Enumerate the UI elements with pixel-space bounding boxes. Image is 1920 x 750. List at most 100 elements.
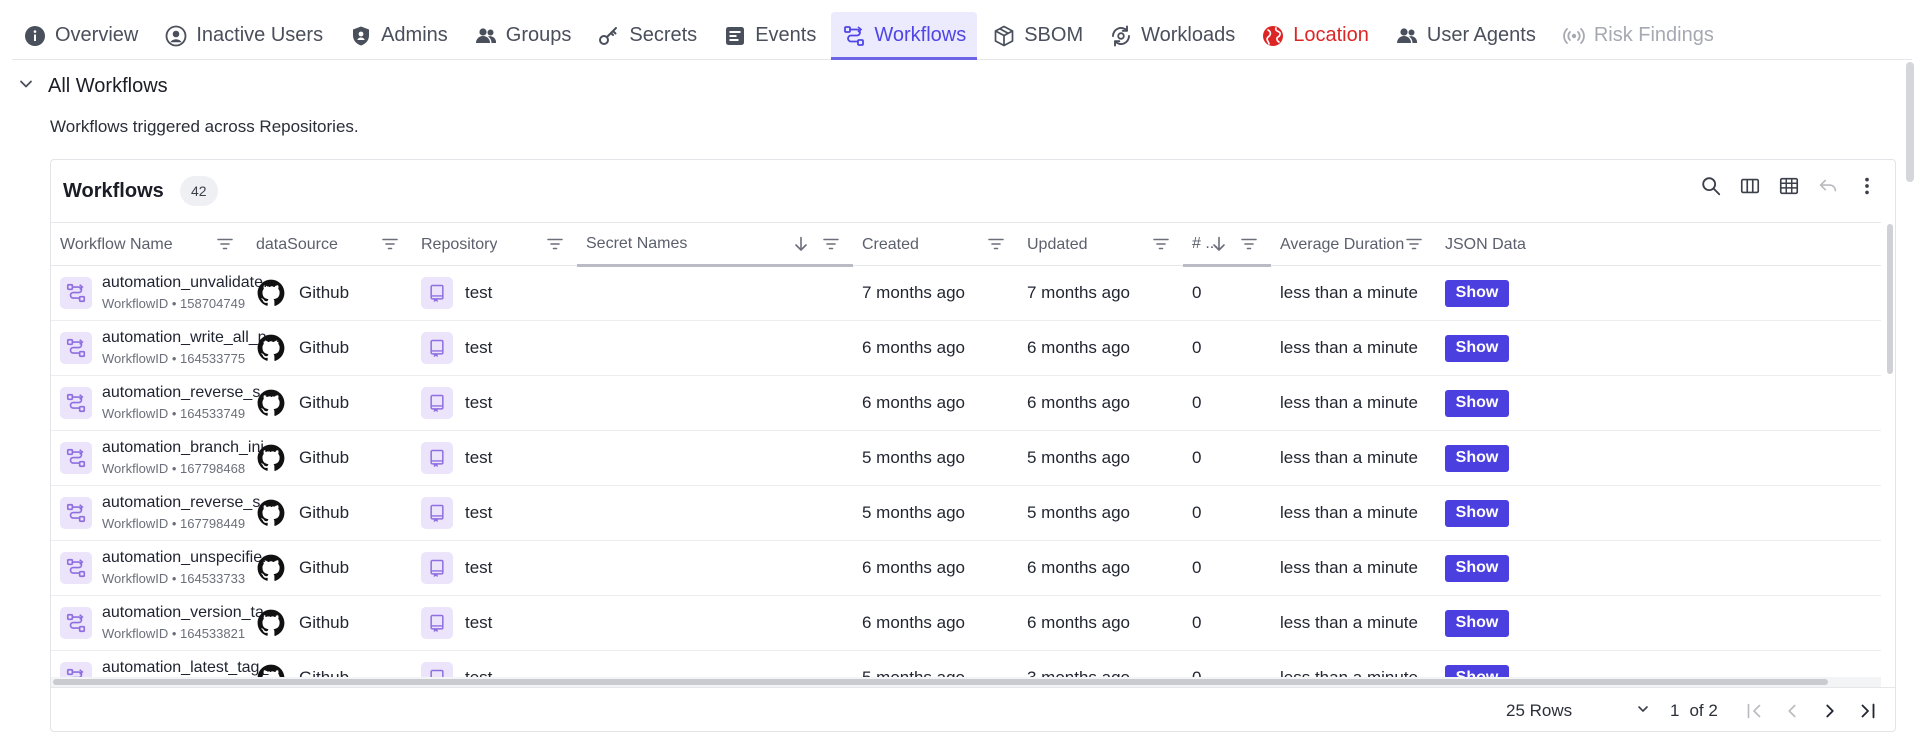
search-icon[interactable]	[1699, 174, 1723, 198]
tab-overview[interactable]: Overview	[12, 12, 149, 59]
run-count-cell: 0	[1192, 338, 1202, 357]
show-json-button[interactable]: Show	[1445, 664, 1509, 677]
average-duration-cell: less than a minute	[1280, 448, 1418, 467]
tab-user-agents[interactable]: User Agents	[1384, 12, 1547, 59]
repository-name[interactable]: test	[465, 558, 492, 578]
undo-icon[interactable]	[1816, 174, 1840, 198]
filter-icon[interactable]	[1151, 234, 1171, 259]
column-header-json-data[interactable]: JSON Data	[1436, 223, 1576, 266]
show-json-button[interactable]: Show	[1445, 499, 1509, 527]
table-row[interactable]: automation_write_all_p... WorkflowID • 16…	[51, 321, 1881, 376]
repository-name[interactable]: test	[465, 283, 492, 303]
sort-descending-icon[interactable]	[1209, 234, 1229, 259]
tab-admins[interactable]: Admins	[338, 12, 459, 59]
filter-icon[interactable]	[380, 234, 400, 259]
created-cell: 7 months ago	[862, 283, 966, 302]
tab-inactive-users[interactable]: Inactive Users	[153, 12, 334, 59]
globe-icon	[1261, 24, 1285, 48]
workflow-icon	[60, 662, 92, 677]
show-json-button[interactable]: Show	[1445, 444, 1509, 472]
tab-secrets[interactable]: Secrets	[586, 12, 708, 59]
scrollbar-thumb[interactable]	[1887, 224, 1893, 374]
filter-icon[interactable]	[1404, 234, 1424, 259]
tab-groups[interactable]: Groups	[463, 12, 583, 59]
next-page-button[interactable]	[1818, 699, 1842, 723]
show-json-button[interactable]: Show	[1445, 554, 1509, 582]
columns-icon[interactable]	[1738, 174, 1762, 198]
column-header-count[interactable]: # ...	[1183, 223, 1271, 267]
tab-label: Admins	[381, 24, 448, 46]
filter-icon[interactable]	[986, 234, 1006, 259]
scrollbar-thumb[interactable]	[53, 679, 1828, 685]
more-vertical-icon[interactable]	[1855, 174, 1879, 198]
workflow-id-value: 164533749	[180, 406, 246, 421]
first-page-button[interactable]	[1742, 699, 1766, 723]
filter-icon[interactable]	[215, 234, 235, 259]
tab-workloads[interactable]: Workloads	[1098, 12, 1246, 59]
repository-name[interactable]: test	[465, 668, 492, 677]
github-icon	[257, 554, 285, 582]
tab-events[interactable]: Events	[712, 12, 827, 59]
datasource-cell: Github	[257, 321, 349, 375]
tab-risk-findings[interactable]: Risk Findings	[1551, 12, 1725, 59]
workflow-id: WorkflowID • 167798449	[102, 516, 245, 531]
repository-name[interactable]: test	[465, 448, 492, 468]
table-row[interactable]: automation_latest_tag_... Github test 5 mon…	[51, 651, 1881, 677]
column-header-label: Workflow Name	[60, 235, 173, 253]
current-page[interactable]: 1	[1670, 701, 1679, 721]
show-json-button[interactable]: Show	[1445, 279, 1509, 307]
section-toggle[interactable]: All Workflows	[16, 72, 168, 100]
tab-location[interactable]: Location	[1250, 12, 1380, 59]
repository-name[interactable]: test	[465, 503, 492, 523]
table-row[interactable]: automation_reverse_s... WorkflowID • 1677…	[51, 486, 1881, 541]
datasource-label: Github	[299, 558, 350, 577]
json-data-cell: Show	[1445, 376, 1509, 430]
repository-name[interactable]: test	[465, 613, 492, 633]
repository-name[interactable]: test	[465, 338, 492, 358]
show-json-button[interactable]: Show	[1445, 609, 1509, 637]
vertical-scrollbar[interactable]	[1885, 222, 1895, 677]
last-page-button[interactable]	[1856, 699, 1880, 723]
show-json-button[interactable]: Show	[1445, 334, 1509, 362]
average-duration-cell: less than a minute	[1280, 338, 1418, 357]
repository-icon	[421, 497, 453, 529]
average-duration-cell: less than a minute	[1280, 503, 1418, 522]
created-cell: 6 months ago	[862, 393, 966, 412]
column-header-updated[interactable]: Updated	[1018, 223, 1183, 266]
table-row[interactable]: automation_version_ta... WorkflowID • 164…	[51, 596, 1881, 651]
workflow-icon	[60, 387, 92, 419]
column-header-average-duration[interactable]: Average Duration	[1271, 223, 1436, 266]
table-row[interactable]: automation_unspecifie... WorkflowID • 164…	[51, 541, 1881, 596]
show-json-button[interactable]: Show	[1445, 389, 1509, 417]
rows-per-page-select[interactable]: 25 Rows	[1506, 697, 1651, 725]
workflow-icon	[60, 332, 92, 364]
column-header-secret-names[interactable]: Secret Names	[577, 223, 853, 267]
average-duration-cell: less than a minute	[1280, 283, 1418, 302]
separator: •	[168, 571, 180, 586]
density-icon[interactable]	[1777, 174, 1801, 198]
filter-icon[interactable]	[1239, 234, 1259, 259]
filter-icon[interactable]	[545, 234, 565, 259]
repository-name[interactable]: test	[465, 393, 492, 413]
separator: •	[168, 516, 180, 531]
updated-cell: 6 months ago	[1027, 393, 1131, 412]
average-duration-cell: less than a minute	[1280, 613, 1418, 632]
tab-sbom[interactable]: SBOM	[981, 12, 1094, 59]
filter-icon[interactable]	[821, 234, 841, 259]
horizontal-scrollbar[interactable]	[51, 677, 1881, 687]
table-row[interactable]: automation_unvalidate... WorkflowID • 158…	[51, 266, 1881, 321]
column-header-repository[interactable]: Repository	[412, 223, 577, 266]
workflow-name-cell: automation_unvalidate... WorkflowID • 158…	[51, 266, 291, 320]
tab-workflows[interactable]: Workflows	[831, 12, 978, 60]
column-header-datasource[interactable]: dataSource	[247, 223, 412, 266]
tab-label: Groups	[505, 24, 572, 46]
column-header-workflow-name[interactable]: Workflow Name	[51, 223, 247, 266]
table-row[interactable]: automation_reverse_s... WorkflowID • 1645…	[51, 376, 1881, 431]
column-header-created[interactable]: Created	[853, 223, 1018, 266]
page-scrollbar[interactable]	[1906, 62, 1914, 182]
github-icon	[257, 609, 285, 637]
previous-page-button[interactable]	[1780, 699, 1804, 723]
sort-descending-icon[interactable]	[791, 234, 811, 259]
created-cell: 5 months ago	[862, 448, 966, 467]
table-row[interactable]: automation_branch_inj... WorkflowID • 167…	[51, 431, 1881, 486]
